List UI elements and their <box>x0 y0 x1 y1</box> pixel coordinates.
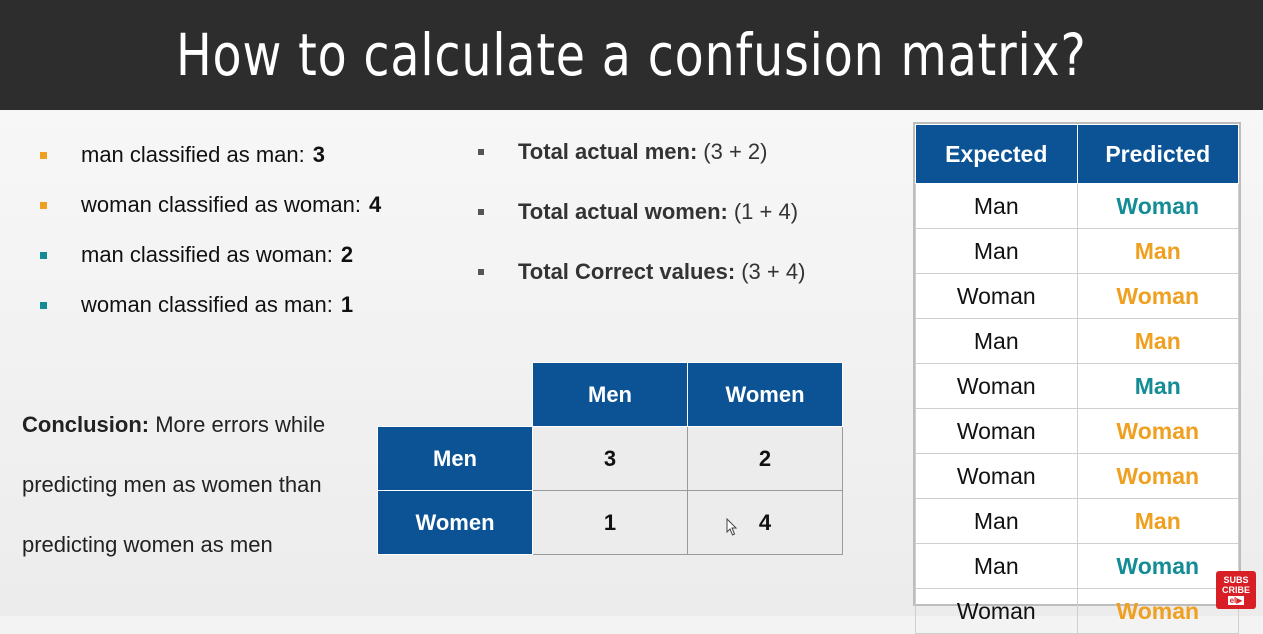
expected-cell: Man <box>915 318 1078 364</box>
predicted-cell: Woman <box>1076 453 1239 499</box>
matrix-cell: 3 <box>532 426 688 491</box>
matrix-corner <box>378 363 533 427</box>
matrix-cell: 4 <box>687 490 843 555</box>
matrix-row-header: Men <box>377 426 533 491</box>
subscribe-text: SUBS <box>1223 575 1249 585</box>
table-row: Man Man <box>915 228 1239 274</box>
bullet-value: 3 <box>312 142 326 167</box>
bullet-value: 1 <box>340 292 354 317</box>
expected-cell: Man <box>915 183 1078 229</box>
table-row: Man Man <box>915 318 1239 364</box>
bullet-text: woman classified as man: <box>81 292 333 317</box>
predicted-cell: Woman <box>1076 543 1239 589</box>
subscribe-text: CRIBE <box>1221 585 1250 595</box>
expected-cell: Woman <box>915 408 1078 454</box>
bullet-item: woman classified as woman: 4 <box>40 180 381 230</box>
subscribe-badge[interactable]: SUBS CRIBE el▶ <box>1216 571 1256 609</box>
square-bullet-icon <box>40 201 47 209</box>
predicted-cell: Man <box>1076 318 1239 364</box>
expected-predicted-table: Expected Predicted Man Woman Man Man Woman Wo… <box>913 122 1241 634</box>
total-label: Total actual women: <box>518 199 728 224</box>
matrix-cell: 1 <box>532 490 688 555</box>
table-row: Woman Woman <box>915 453 1239 499</box>
table-row: Woman Woman <box>915 273 1239 319</box>
square-bullet-icon <box>478 209 484 215</box>
total-value: (1 + 4) <box>733 199 799 224</box>
col-header-predicted: Predicted <box>1076 124 1239 184</box>
expected-cell: Woman <box>915 453 1078 499</box>
table-row: Man Woman <box>915 183 1239 229</box>
bullet-text: man classified as man: <box>81 142 305 167</box>
total-item: Total Correct values: (3 + 4) <box>478 242 805 302</box>
bullet-item: man classified as man: 3 <box>40 130 381 180</box>
conclusion-label: Conclusion: <box>22 412 150 437</box>
predicted-cell: Woman <box>1076 273 1239 319</box>
square-bullet-icon <box>40 151 47 159</box>
total-label: Total Correct values: <box>518 259 736 284</box>
matrix-cell: 2 <box>687 426 843 491</box>
matrix-row-header: Women <box>377 490 533 555</box>
classification-bullets: man classified as man: 3 woman classifie… <box>40 130 381 330</box>
col-header-expected: Expected <box>915 124 1078 184</box>
table-row: Man Man <box>915 498 1239 544</box>
title-bar: How to calculate a confusion matrix? <box>0 0 1263 110</box>
mouse-cursor-icon <box>726 518 738 536</box>
total-item: Total actual men: (3 + 2) <box>478 122 805 182</box>
expected-cell: Woman <box>915 363 1078 409</box>
total-label: Total actual men: <box>518 139 698 164</box>
slide-content: man classified as man: 3 woman classifie… <box>0 110 1263 634</box>
subscribe-logo: el▶ <box>1227 596 1245 605</box>
expected-cell: Man <box>915 498 1078 544</box>
expected-predicted-grid: Expected Predicted Man Woman Man Man Woman Wo… <box>915 124 1239 634</box>
bullet-item: man classified as woman: 2 <box>40 230 381 280</box>
totals-bullets: Total actual men: (3 + 2) Total actual w… <box>478 122 805 302</box>
bullet-text: woman classified as woman: <box>81 192 362 217</box>
table-row: Woman Woman <box>915 408 1239 454</box>
bullet-item: woman classified as man: 1 <box>40 280 381 330</box>
square-bullet-icon <box>478 269 484 275</box>
square-bullet-icon <box>40 301 47 309</box>
predicted-cell: Man <box>1076 363 1239 409</box>
expected-cell: Woman <box>915 273 1078 319</box>
expected-cell: Woman <box>915 588 1078 634</box>
matrix-col-header: Women <box>687 362 843 427</box>
confusion-matrix: Men Women Men 3 2 Women 1 4 <box>377 362 843 555</box>
bullet-text: man classified as woman: <box>81 242 333 267</box>
total-value: (3 + 2) <box>703 139 768 164</box>
bullet-value: 4 <box>369 192 382 217</box>
predicted-cell: Woman <box>1076 183 1239 229</box>
total-item: Total actual women: (1 + 4) <box>478 182 805 242</box>
table-row: Woman Woman <box>915 588 1239 634</box>
table-row: Woman Man <box>915 363 1239 409</box>
table-row: Man Woman <box>915 543 1239 589</box>
expected-cell: Man <box>915 228 1078 274</box>
matrix-col-header: Men <box>532 362 688 427</box>
bullet-value: 2 <box>340 242 354 267</box>
predicted-cell: Man <box>1076 228 1239 274</box>
table-body: Man Woman Man Man Woman Woman Man Man Woman Man Wo… <box>915 183 1239 634</box>
conclusion-text: Conclusion: More errors while predicting… <box>22 395 342 575</box>
slide-title: How to calculate a confusion matrix? <box>176 21 1087 89</box>
predicted-cell: Woman <box>1076 588 1239 634</box>
square-bullet-icon <box>40 251 47 259</box>
square-bullet-icon <box>478 149 484 155</box>
total-value: (3 + 4) <box>741 259 806 284</box>
predicted-cell: Woman <box>1076 408 1239 454</box>
predicted-cell: Man <box>1076 498 1239 544</box>
expected-cell: Man <box>915 543 1078 589</box>
